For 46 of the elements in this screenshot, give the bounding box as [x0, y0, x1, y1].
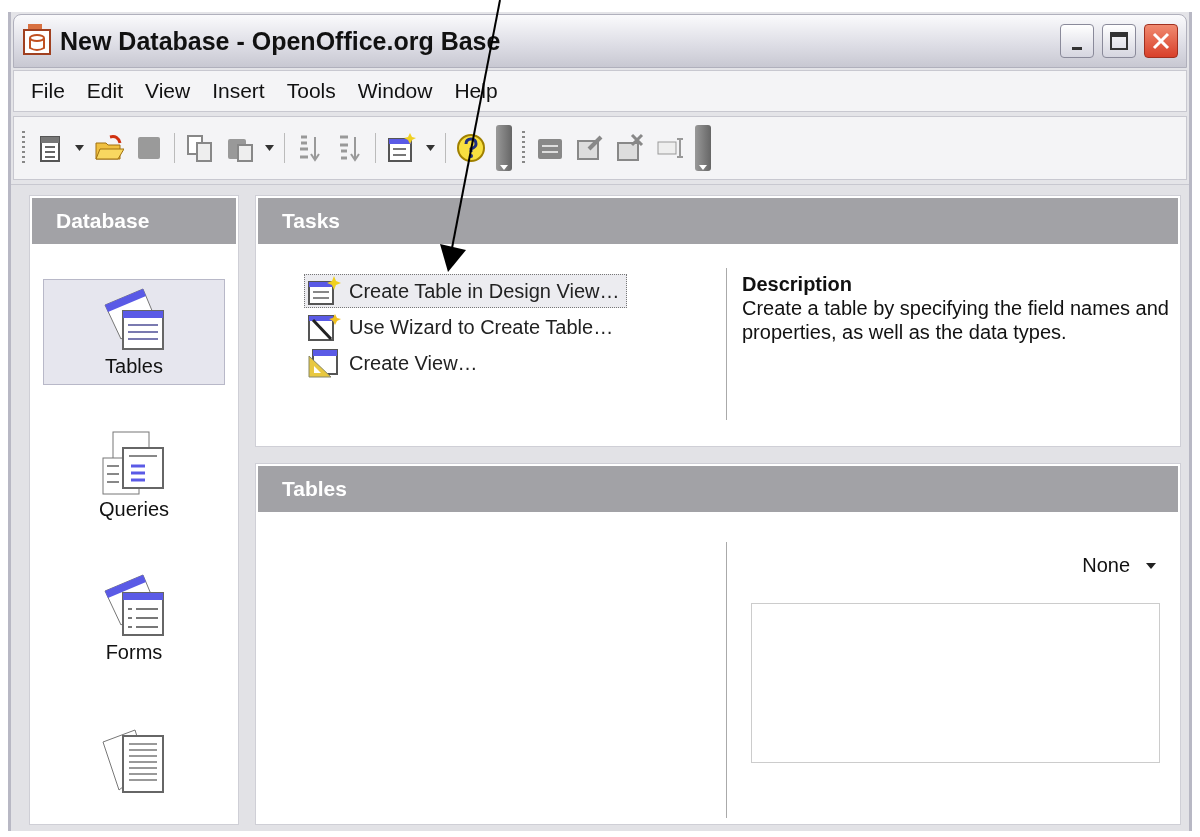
- menu-item[interactable]: Insert: [201, 79, 276, 103]
- database-app-icon: [22, 22, 52, 56]
- menu-item[interactable]: Edit: [75, 79, 135, 103]
- menu-item[interactable]: File: [20, 79, 76, 103]
- caret-icon: [1146, 562, 1156, 569]
- table-sparkle-icon: [307, 276, 341, 306]
- copy-icon[interactable]: [185, 133, 215, 163]
- wand-icon: [307, 312, 341, 342]
- report-icon: [101, 728, 167, 794]
- caret-icon: [500, 163, 508, 171]
- panel-header: Database: [32, 198, 236, 244]
- task-link[interactable]: Use Wizard to Create Table…: [304, 310, 621, 344]
- table-icon: [101, 286, 167, 353]
- toolbar-overflow-button[interactable]: [695, 125, 711, 171]
- menu-item[interactable]: Tools: [275, 79, 347, 103]
- caret-icon[interactable]: [426, 145, 435, 151]
- documents-icon: [101, 429, 167, 496]
- maximize-icon: [1109, 31, 1129, 51]
- caret-icon: [699, 163, 707, 171]
- panel-header: Tables: [258, 466, 1178, 512]
- menu-item[interactable]: Window: [346, 79, 444, 103]
- preview-dropdown[interactable]: None: [1078, 552, 1160, 579]
- sidebar-item[interactable]: Queries: [43, 422, 225, 528]
- table-edit-icon[interactable]: [575, 133, 605, 163]
- toolbar-overflow-button[interactable]: [496, 125, 512, 171]
- menu-item[interactable]: View: [134, 79, 202, 103]
- form-icon: [101, 572, 167, 639]
- caret-icon[interactable]: [265, 145, 274, 151]
- description-title: Description: [742, 272, 854, 296]
- close-button[interactable]: [1144, 24, 1178, 58]
- open-folder-icon[interactable]: [94, 133, 124, 163]
- panel-header: Tasks: [258, 198, 1178, 244]
- task-link[interactable]: Create View…: [304, 346, 485, 380]
- close-icon: [1151, 31, 1171, 51]
- table-delete-icon[interactable]: [615, 133, 645, 163]
- minimize-button[interactable]: [1060, 24, 1094, 58]
- task-link[interactable]: Create Table in Design View…: [304, 274, 627, 308]
- sidebar-item[interactable]: Tables: [43, 279, 225, 385]
- caret-icon[interactable]: [75, 145, 84, 151]
- minimize-icon: [1072, 46, 1082, 50]
- help-icon[interactable]: [456, 133, 486, 163]
- description-text: Create a table by specifying the field names and properties, as well as the data types.: [742, 297, 1169, 343]
- maximize-button[interactable]: [1102, 24, 1136, 58]
- sidebar-item[interactable]: Forms: [43, 565, 225, 671]
- set-square-icon: [307, 348, 341, 378]
- form-design-icon[interactable]: [386, 133, 416, 163]
